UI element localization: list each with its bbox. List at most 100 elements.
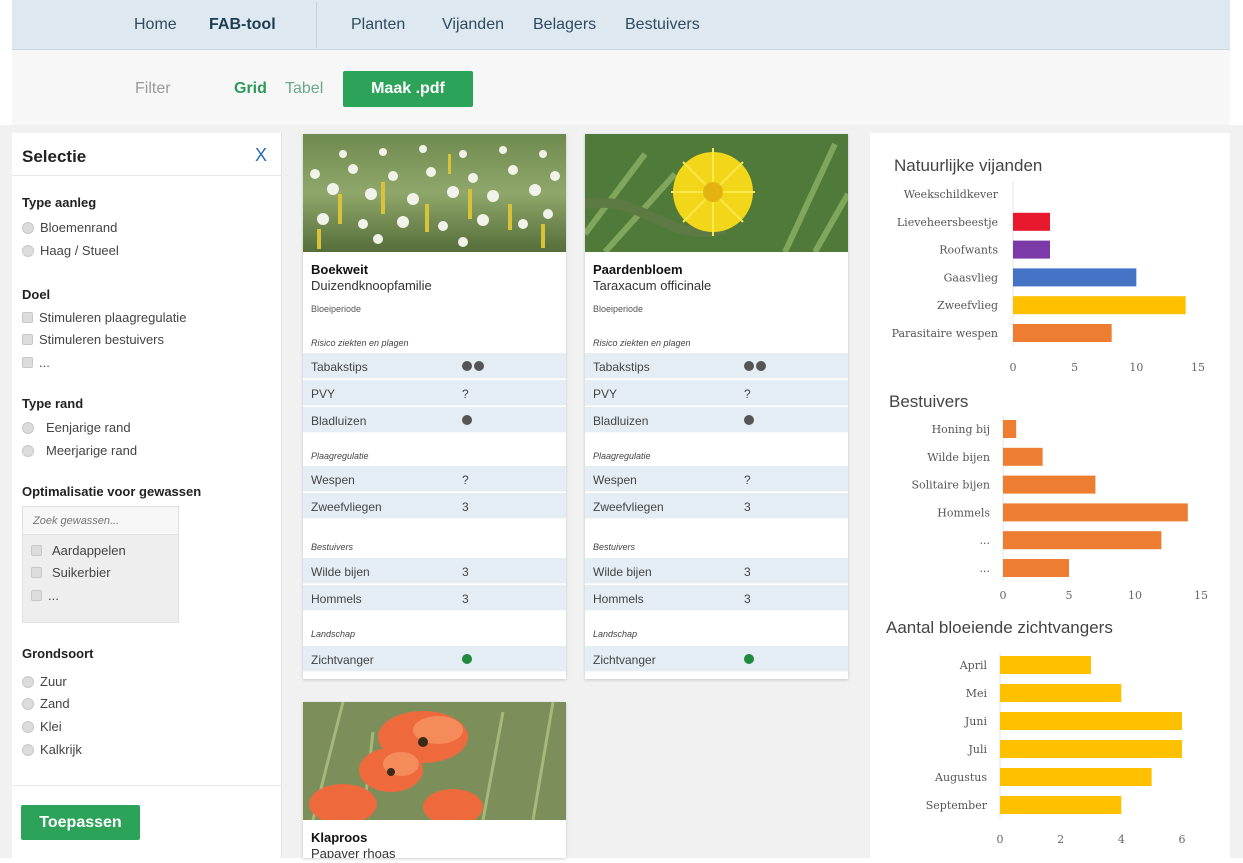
checkbox-icon — [22, 334, 33, 345]
row-zweefvliegen: Zweefvliegen 3 — [585, 493, 848, 519]
apply-button[interactable]: Toepassen — [21, 805, 140, 840]
row-tabakstips: Tabakstips — [303, 353, 566, 379]
chart-bar — [1003, 420, 1017, 438]
nav-brand[interactable]: FAB-tool — [209, 16, 276, 34]
chart-title: Natuurlijke vijanden — [894, 156, 1042, 175]
plant-family: Taraxacum officinale — [593, 278, 712, 293]
row-label: Hommels — [593, 592, 644, 606]
row-label: Wespen — [593, 473, 637, 487]
chart-title: Aantal bloeiende zichtvangers — [886, 618, 1113, 637]
plant-name: Boekweit — [311, 262, 369, 277]
chart-tick-label: 0 — [1010, 361, 1017, 374]
row-label: Wespen — [311, 473, 355, 487]
row-label: PVY — [593, 387, 618, 401]
risk-dot — [462, 415, 472, 425]
plant-name: Klaproos — [311, 830, 368, 845]
chart-category-label: ... — [980, 534, 991, 547]
section-type-aanleg: Type aanleg — [22, 195, 97, 210]
group-risico: Risico ziekten en plagen — [593, 338, 691, 348]
row-hommels: Hommels 3 — [303, 585, 566, 611]
checkbox-icon — [22, 312, 33, 323]
option-label: Klei — [40, 719, 62, 734]
chart-category-label: Mei — [966, 687, 988, 700]
chart-bar — [1000, 740, 1182, 758]
row-value: ? — [462, 473, 469, 487]
option-label: Haag / Stueel — [40, 243, 119, 258]
sidebar-divider — [12, 785, 282, 786]
nav-vijanden[interactable]: Vijanden — [442, 16, 504, 34]
chart-tick-label: 6 — [1179, 833, 1186, 846]
chart-bar — [1013, 240, 1050, 259]
plant-card-boekweit[interactable]: Boekweit Duizendknoopfamilie Bloeiperiod… — [303, 134, 566, 679]
row-value: ? — [462, 387, 469, 401]
chart-bar — [1003, 503, 1188, 522]
checkbox-icon — [31, 567, 42, 578]
option-label: Meerjarige rand — [46, 443, 138, 458]
view-tabel[interactable]: Tabel — [285, 80, 323, 98]
radio-icon — [22, 244, 34, 257]
row-zweefvliegen: Zweefvliegen 3 — [303, 493, 566, 519]
bloeiperiode-label: Bloeiperiode — [593, 304, 644, 314]
option-label: ... — [48, 588, 59, 603]
view-grid[interactable]: Grid — [234, 80, 267, 98]
option-label: Stimuleren bestuivers — [39, 332, 164, 347]
row-label: Tabakstips — [593, 360, 650, 374]
nav-divider — [316, 2, 317, 48]
filter-toggle[interactable]: Filter — [135, 80, 171, 98]
chart-category-label: Honing bij — [932, 423, 990, 436]
chart-category-label: Gaasvlieg — [944, 271, 998, 284]
chart-title: Bestuivers — [889, 392, 968, 411]
option-klei[interactable]: Klei — [22, 719, 62, 734]
option-haag[interactable]: Haag / Stueel — [22, 243, 119, 258]
nav-bestuivers[interactable]: Bestuivers — [625, 16, 700, 34]
option-label: Zand — [40, 696, 70, 711]
option-doel-more[interactable]: ... — [22, 355, 50, 370]
row-bladluizen: Bladluizen — [585, 407, 848, 433]
plant-family: Papaver rhoas — [311, 846, 396, 858]
row-zichtvanger: Zichtvanger — [585, 646, 848, 672]
option-bloemenrand[interactable]: Bloemenrand — [22, 220, 117, 235]
option-meerjarige-rand[interactable]: Meerjarige rand — [22, 443, 137, 458]
option-kalkrijk[interactable]: Kalkrijk — [22, 742, 82, 757]
landscape-dot — [744, 654, 754, 664]
row-zichtvanger: Zichtvanger — [303, 646, 566, 672]
group-plaagregulatie: Plaagregulatie — [593, 451, 651, 461]
option-label: Kalkrijk — [40, 742, 82, 757]
nav-belagers[interactable]: Belagers — [533, 16, 596, 34]
row-label: Zweefvliegen — [311, 500, 382, 514]
chart-tick-label: 5 — [1071, 361, 1078, 374]
plant-card-klaproos[interactable]: Klaproos Papaver rhoas — [303, 702, 566, 858]
option-zand[interactable]: Zand — [22, 696, 70, 711]
plant-name: Paardenbloem — [593, 262, 683, 277]
chart-bar — [1000, 684, 1122, 702]
option-eenjarige-rand[interactable]: Eenjarige rand — [22, 420, 131, 435]
nav-home[interactable]: Home — [134, 16, 177, 34]
nav-planten[interactable]: Planten — [351, 16, 405, 34]
row-value: ? — [744, 473, 751, 487]
section-doel: Doel — [22, 287, 51, 302]
plant-card-paardenbloem[interactable]: Paardenbloem Taraxacum officinale Bloeip… — [585, 134, 848, 679]
checkbox-icon — [31, 545, 42, 556]
chart-category-label: Parasitaire wespen — [892, 327, 998, 340]
make-pdf-button[interactable]: Maak .pdf — [343, 71, 473, 107]
row-bladluizen: Bladluizen — [303, 407, 566, 433]
charts-svg: Natuurlijke vijanden Weekschildkever Lieve… — [886, 156, 1208, 846]
chart-tick-label: 10 — [1129, 361, 1143, 374]
option-zuur[interactable]: Zuur — [22, 674, 67, 689]
gewassen-search-input[interactable] — [23, 507, 178, 535]
chart-tick-label: 5 — [1066, 589, 1073, 602]
option-gewassen-more[interactable]: ... — [31, 588, 59, 603]
close-icon[interactable]: X — [255, 145, 267, 166]
row-label: Zichtvanger — [311, 653, 374, 667]
chart-bar — [1000, 796, 1122, 814]
chart-tick-label: 4 — [1118, 833, 1125, 846]
chart-bar — [1013, 324, 1112, 342]
row-value: 3 — [462, 500, 469, 514]
option-suikerbier[interactable]: Suikerbier — [31, 565, 111, 580]
checkbox-icon — [31, 590, 42, 601]
row-label: PVY — [311, 387, 336, 401]
option-bestuivers[interactable]: Stimuleren bestuivers — [22, 332, 164, 347]
option-aardappelen[interactable]: Aardappelen — [31, 543, 126, 558]
chart-bar — [1013, 268, 1137, 287]
option-plaagregulatie[interactable]: Stimuleren plaagregulatie — [22, 310, 186, 325]
